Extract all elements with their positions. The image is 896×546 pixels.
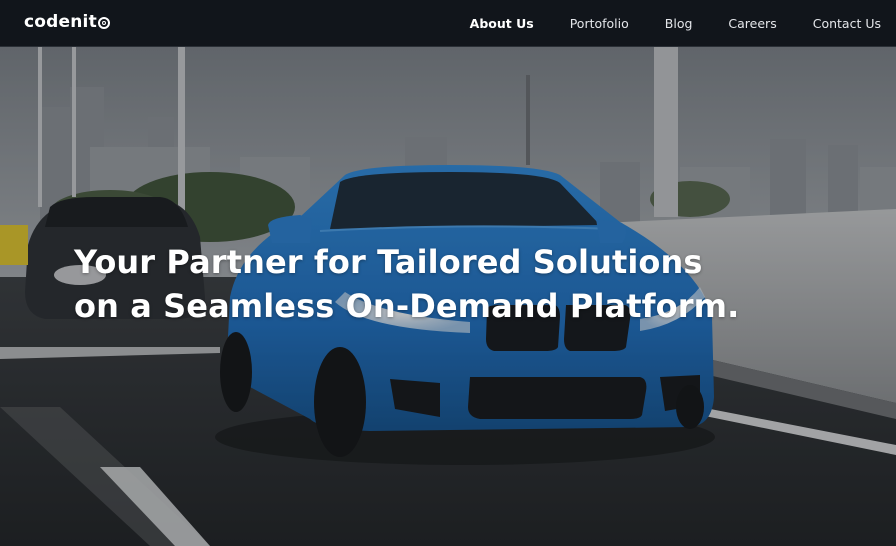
hero-headline-line-2: on a Seamless On-Demand Platform. — [74, 287, 740, 325]
main-nav: About Us Portofolio Blog Careers Contact… — [434, 0, 881, 46]
hero-headline-line-1: Your Partner for Tailored Solutions — [74, 243, 703, 281]
top-navbar: codenit About Us Portofolio Blog Careers… — [0, 0, 896, 47]
nav-item-careers[interactable]: Careers — [728, 16, 776, 31]
hero-section: Your Partner for Tailored Solutions on a… — [0, 47, 896, 546]
nav-item-about-us[interactable]: About Us — [470, 16, 534, 31]
nav-item-portfolio[interactable]: Portofolio — [570, 16, 629, 31]
hero-headline: Your Partner for Tailored Solutions on a… — [74, 240, 739, 328]
nav-item-contact-us[interactable]: Contact Us — [813, 16, 881, 31]
nav-item-blog[interactable]: Blog — [665, 16, 693, 31]
brand-name: codenit — [24, 12, 97, 32]
brand-logo[interactable]: codenit — [24, 12, 110, 32]
landing-page: codenit About Us Portofolio Blog Careers… — [0, 0, 896, 546]
logo-ring-icon — [97, 17, 110, 29]
